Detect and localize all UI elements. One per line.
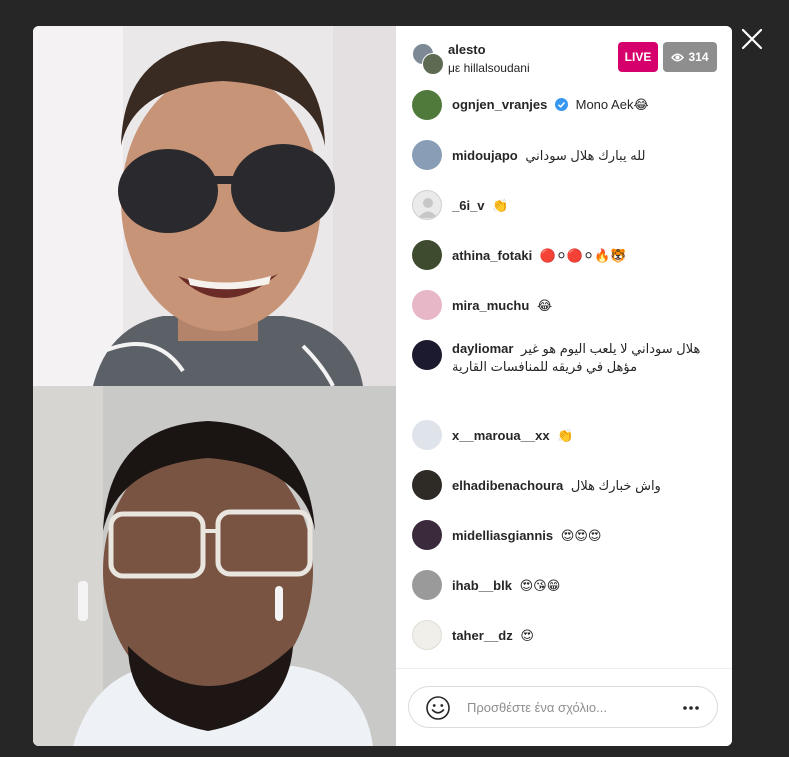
comment-avatar[interactable] xyxy=(412,570,442,600)
comment-avatar[interactable] xyxy=(412,240,442,270)
close-icon[interactable] xyxy=(738,25,766,53)
comment-avatar[interactable] xyxy=(412,340,442,370)
live-badge: LIVE xyxy=(618,42,658,72)
comment-emoji: 👏 xyxy=(492,198,509,213)
guest-line: με hillalsoudani xyxy=(448,61,530,75)
comment-avatar[interactable] xyxy=(412,90,442,120)
verified-badge-icon xyxy=(555,98,568,111)
comment-avatar[interactable] xyxy=(412,470,442,500)
guest-avatar[interactable] xyxy=(422,53,444,75)
comment-username[interactable]: dayliomar xyxy=(452,341,513,356)
guest-video-feed xyxy=(33,386,396,746)
comment-username[interactable]: midelliasgiannis xyxy=(452,528,553,543)
comment-username[interactable]: _6i_v xyxy=(452,198,485,213)
comment-text: Mono Aek xyxy=(575,97,634,112)
comment-emoji: 😍😘😁 xyxy=(519,578,561,593)
comment-username[interactable]: mira_muchu xyxy=(452,298,529,313)
live-header: alesto με hillalsoudani LIVE 314 xyxy=(396,26,732,88)
more-options-button[interactable] xyxy=(681,699,701,717)
comment-text: لله يبارك هلال سوداني xyxy=(525,148,646,163)
comment-avatar[interactable] xyxy=(412,420,442,450)
comment-emoji: 😍😍😍 xyxy=(560,528,602,543)
comment-emoji: 😂 xyxy=(633,97,649,112)
smiley-icon[interactable] xyxy=(425,695,451,721)
host-avatars[interactable] xyxy=(412,43,444,75)
comment-avatar[interactable] xyxy=(412,190,442,220)
comment-avatar[interactable] xyxy=(412,140,442,170)
comment-emoji: 👏 xyxy=(557,428,574,443)
live-sidebar: alesto με hillalsoudani LIVE 314 ognjen_… xyxy=(396,26,732,746)
emoji-button[interactable] xyxy=(425,695,451,721)
live-modal: alesto με hillalsoudani LIVE 314 ognjen_… xyxy=(33,26,732,746)
comment-username[interactable]: taher__dz xyxy=(452,628,513,643)
comment-avatar[interactable] xyxy=(412,520,442,550)
composer-divider xyxy=(396,668,732,669)
eye-icon xyxy=(671,53,685,61)
comment-list[interactable]: ognjen_vranjes Mono Aek😂 midoujapo لله ي… xyxy=(396,88,732,668)
comment-username[interactable]: x__maroua__xx xyxy=(452,428,550,443)
default-avatar-icon xyxy=(418,198,438,218)
comment-avatar[interactable] xyxy=(412,290,442,320)
comment-username[interactable]: athina_fotaki xyxy=(452,248,532,263)
close-button[interactable] xyxy=(738,25,766,53)
comment-input[interactable] xyxy=(467,697,667,717)
comment-avatar[interactable] xyxy=(412,620,442,650)
comment-username[interactable]: midoujapo xyxy=(452,148,518,163)
comment-text: واش خبارك هلال xyxy=(570,478,661,493)
host-video-feed xyxy=(33,26,396,387)
live-video xyxy=(33,26,396,746)
comment-composer[interactable] xyxy=(408,686,718,728)
more-options-icon[interactable] xyxy=(681,699,701,717)
comment-emoji: 🔴⚪🔴⚪🔥🐯 xyxy=(539,248,627,263)
viewer-count: 314 xyxy=(688,50,709,64)
comment-username[interactable]: elhadibenachoura xyxy=(452,478,563,493)
comment-emoji: 😍 xyxy=(520,628,534,643)
viewer-count-badge: 314 xyxy=(663,42,717,72)
comment-username[interactable]: ihab__blk xyxy=(452,578,512,593)
comment-username[interactable]: ognjen_vranjes xyxy=(452,97,547,112)
host-username[interactable]: alesto xyxy=(448,42,486,57)
comment-emoji: 😂 xyxy=(536,298,553,313)
